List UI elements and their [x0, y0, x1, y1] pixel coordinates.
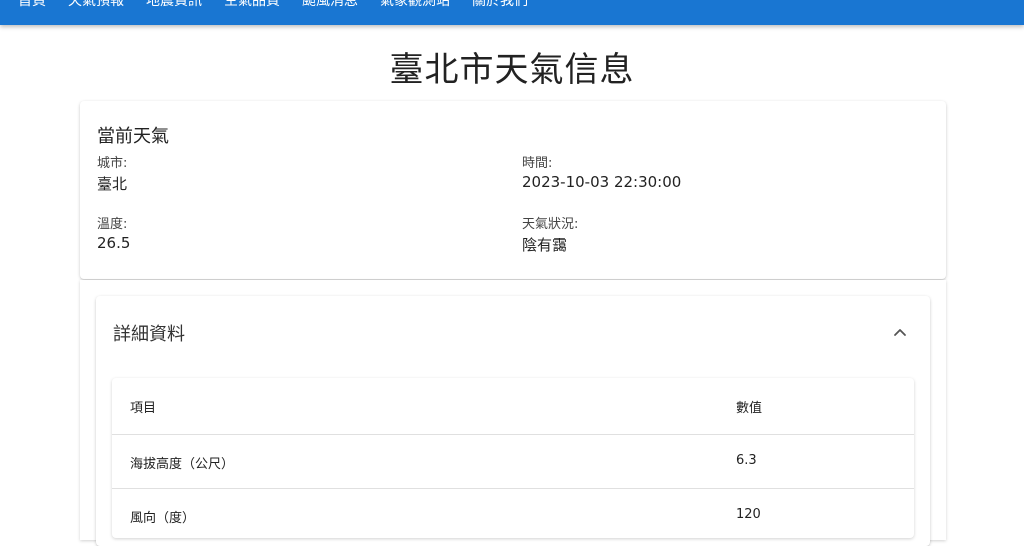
temperature-value: 26.5	[97, 234, 131, 252]
row-value: 120	[736, 507, 761, 522]
row-item: 風向（度）	[130, 511, 196, 526]
page-title: 臺北市天氣信息	[389, 50, 635, 90]
nav-item-earthquake[interactable]: 地震資訊	[146, 0, 202, 10]
row-item: 海拔高度（公尺）	[130, 457, 235, 472]
city-value: 臺北	[97, 175, 128, 193]
table-row: 海拔高度（公尺） 6.3	[112, 435, 914, 489]
details-heading[interactable]: 詳細資料	[113, 320, 185, 346]
current-weather-heading: 當前天氣	[97, 126, 169, 147]
details-table: 項目 數值 海拔高度（公尺） 6.3 風向（度） 120	[112, 378, 914, 538]
table-row: 風向（度） 120	[112, 489, 914, 542]
time-value: 2023-10-03 22:30:00	[522, 173, 682, 191]
top-nav: 首頁 天氣預報 地震資訊 空氣品質 颱風消息 氣象觀測站 關於我們	[18, 0, 528, 10]
row-value: 6.3	[736, 453, 757, 468]
condition-value: 陰有靄	[522, 236, 568, 254]
chevron-up-icon[interactable]	[892, 324, 908, 340]
nav-item-home[interactable]: 首頁	[18, 0, 46, 10]
table-header-row: 項目 數值	[112, 378, 914, 435]
time-label: 時間:	[522, 156, 553, 171]
nav-item-stations[interactable]: 氣象觀測站	[380, 0, 450, 10]
temperature-label: 溫度:	[97, 217, 128, 232]
nav-item-about[interactable]: 關於我們	[472, 0, 528, 10]
nav-item-typhoon[interactable]: 颱風消息	[302, 0, 358, 10]
column-header-value: 數值	[736, 401, 763, 416]
condition-label: 天氣狀況:	[522, 217, 579, 232]
nav-item-air-quality[interactable]: 空氣品質	[224, 0, 280, 10]
city-label: 城市:	[97, 156, 128, 171]
current-weather-card: 當前天氣 城市: 臺北 時間: 2023-10-03 22:30:00 溫度: …	[80, 101, 946, 279]
column-header-item: 項目	[130, 401, 157, 416]
app-bar: 首頁 天氣預報 地震資訊 空氣品質 颱風消息 氣象觀測站 關於我們	[0, 0, 1024, 25]
nav-item-forecast[interactable]: 天氣預報	[68, 0, 124, 10]
